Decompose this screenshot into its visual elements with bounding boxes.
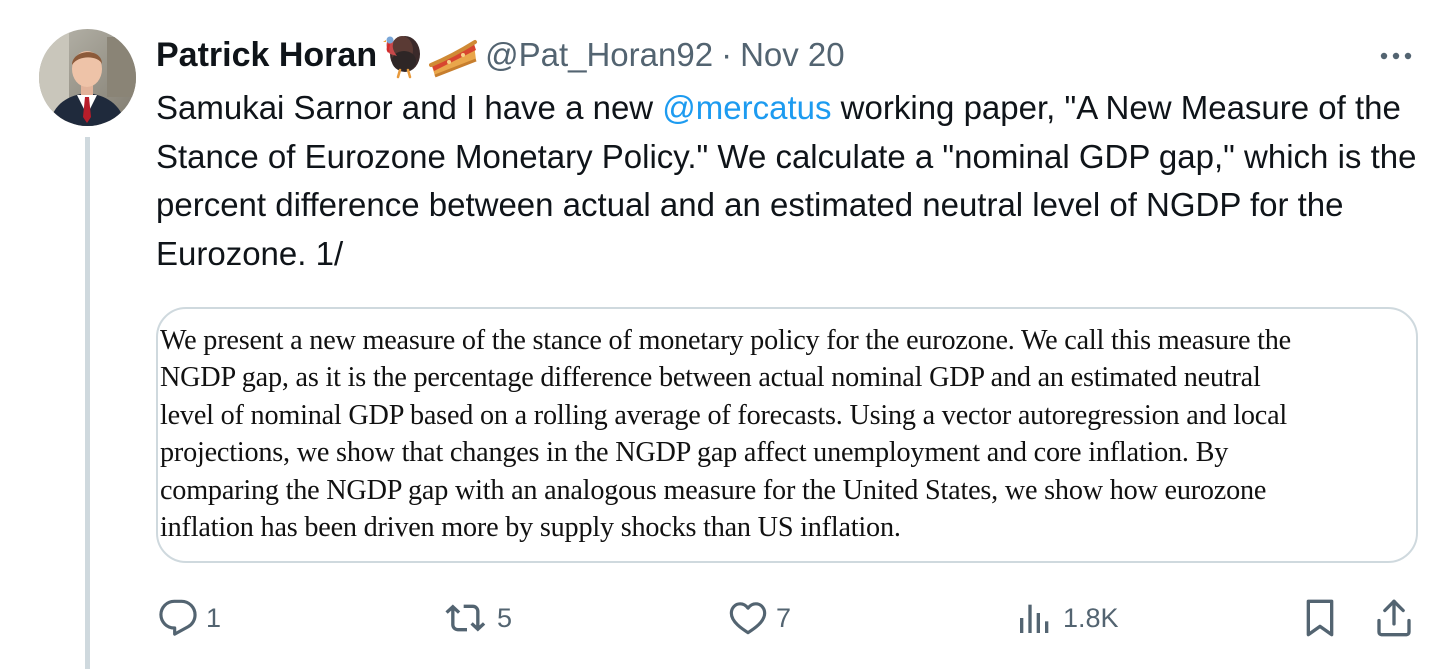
retweet-icon xyxy=(445,598,489,638)
media-image[interactable]: We present a new measure of the stance o… xyxy=(156,307,1418,563)
abstract-line: We present a new measure of the stance o… xyxy=(160,325,1291,356)
abstract-line: level of nominal GDP based on a rolling … xyxy=(160,399,1288,431)
tweet-text-start: Samukai Sarnor and I have a new xyxy=(156,89,663,126)
views-icon xyxy=(1015,598,1055,638)
abstract-line: NGDP gap, as it is the percentage differ… xyxy=(160,362,1261,394)
more-icon xyxy=(1372,38,1420,74)
like-icon xyxy=(728,598,768,638)
tweet-header: Patrick Horan @Pat_Horan92 · Nov 20 xyxy=(156,30,845,80)
thread-line xyxy=(85,137,90,669)
turkey-icon xyxy=(378,30,428,80)
abstract-line: comparing the NGDP gap with an analogous… xyxy=(160,474,1267,506)
abstract-line: projections, we show that changes in the… xyxy=(160,437,1229,469)
reply-icon xyxy=(158,598,198,638)
bookmark-button[interactable] xyxy=(1300,596,1340,640)
author-name[interactable]: Patrick Horan xyxy=(156,36,377,75)
share-icon xyxy=(1374,597,1414,639)
like-count: 7 xyxy=(776,602,792,633)
reply-button[interactable]: 1 xyxy=(158,596,221,640)
like-button[interactable]: 7 xyxy=(728,596,791,640)
author-handle[interactable]: @Pat_Horan92 xyxy=(485,36,713,74)
pie-icon xyxy=(429,30,479,80)
retweet-count: 5 xyxy=(497,602,513,633)
abstract-line: inflation has been driven more by supply… xyxy=(160,512,901,544)
avatar-image xyxy=(39,29,136,126)
retweet-button[interactable]: 5 xyxy=(445,596,512,640)
tweet-text: Samukai Sarnor and I have a new @mercatu… xyxy=(156,84,1426,278)
mention-link[interactable]: @mercatus xyxy=(662,89,831,126)
avatar[interactable] xyxy=(39,29,136,126)
header-separator: · xyxy=(721,36,733,73)
bookmark-icon xyxy=(1300,596,1340,640)
views-count: 1.8K xyxy=(1063,602,1119,633)
abstract-text: We present a new measure of the stance o… xyxy=(160,322,1416,546)
reply-count: 1 xyxy=(206,602,222,633)
views-button[interactable]: 1.8K xyxy=(1015,596,1119,640)
tweet-date[interactable]: Nov 20 xyxy=(740,36,845,74)
more-options-button[interactable] xyxy=(1372,38,1420,74)
share-button[interactable] xyxy=(1374,596,1414,640)
